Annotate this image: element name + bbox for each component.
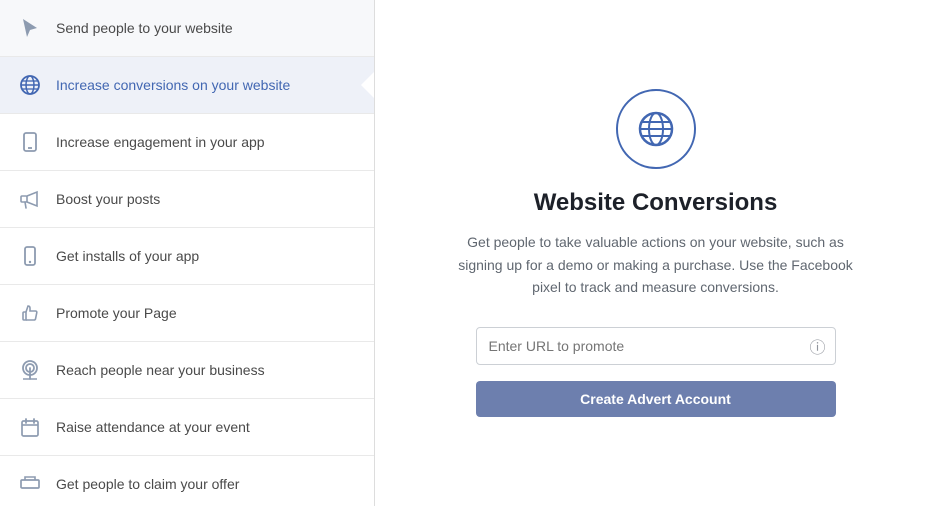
create-advert-account-button[interactable]: Create Advert Account [476,381,836,417]
sidebar-item-label: Get installs of your app [56,247,199,265]
thumbs-icon [16,299,44,327]
info-icon[interactable]: ⓘ [809,334,825,358]
sidebar-item-reach-people[interactable]: Reach people near your business [0,342,374,399]
main-panel: Website Conversions Get people to take v… [375,0,936,506]
sidebar: Send people to your website Increase conv… [0,0,375,506]
calendar-icon [16,413,44,441]
sidebar-item-increase-conversions[interactable]: Increase conversions on your website [0,57,374,114]
app-icon [16,128,44,156]
sidebar-item-label: Reach people near your business [56,361,265,379]
url-input-container: ⓘ [476,327,836,365]
sidebar-item-claim-offer[interactable]: Get people to claim your offer [0,456,374,506]
cursor-icon [16,14,44,42]
tag-icon [16,470,44,498]
sidebar-item-label: Get people to claim your offer [56,475,239,493]
sidebar-item-label: Boost your posts [56,190,160,208]
sidebar-item-boost-posts[interactable]: Boost your posts [0,171,374,228]
sidebar-item-increase-engagement[interactable]: Increase engagement in your app [0,114,374,171]
panel-title: Website Conversions [534,189,778,217]
panel-icon [616,89,696,169]
panel-description: Get people to take valuable actions on y… [446,231,866,298]
globe-icon [636,109,676,149]
sidebar-item-label: Send people to your website [56,19,233,37]
pin-icon [16,356,44,384]
url-input[interactable] [476,327,836,365]
mobile-icon [16,242,44,270]
megaphone-icon [16,185,44,213]
sidebar-item-get-installs[interactable]: Get installs of your app [0,228,374,285]
sidebar-item-label: Increase conversions on your website [56,76,290,94]
sidebar-item-label: Promote your Page [56,304,177,322]
sidebar-item-label: Increase engagement in your app [56,133,265,151]
globe-icon [16,71,44,99]
sidebar-item-label: Raise attendance at your event [56,418,250,436]
sidebar-item-send-people[interactable]: Send people to your website [0,0,374,57]
sidebar-item-raise-attendance[interactable]: Raise attendance at your event [0,399,374,456]
sidebar-item-promote-page[interactable]: Promote your Page [0,285,374,342]
